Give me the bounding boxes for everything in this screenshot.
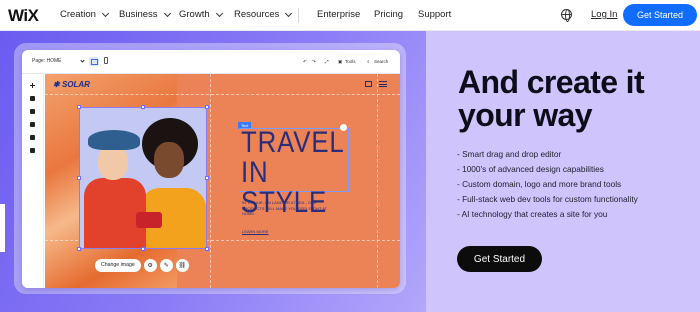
nav-divider	[298, 8, 299, 23]
apps-icon[interactable]	[30, 135, 35, 140]
feature-item: 1000's of advanced design capabilities	[457, 162, 638, 177]
page-selector-label: Page: HOME	[32, 58, 62, 64]
feature-item: Smart drag and drop editor	[457, 147, 638, 162]
site-canvas[interactable]: ✱ SOLAR Change image ⚙ ✎ ⛓ Text TRAVEL I…	[45, 74, 400, 288]
redo-icon[interactable]: ↷	[312, 59, 316, 65]
site-logo-text: SOLAR	[61, 80, 90, 89]
image-toolbar: Change image ⚙ ✎ ⛓	[95, 258, 189, 272]
feature-item: Custom domain, logo and more brand tools	[457, 177, 638, 192]
nav-item-label: Resources	[234, 9, 280, 20]
get-started-button-hero[interactable]: Get Started	[457, 246, 542, 272]
grid-guide	[45, 94, 400, 95]
chevron-down-icon	[163, 9, 171, 17]
grid-guide	[210, 74, 211, 288]
image-detail	[154, 142, 184, 178]
search-label[interactable]: Search	[374, 59, 388, 64]
resize-handle[interactable]	[205, 247, 209, 251]
undo-icon[interactable]: ↶	[303, 59, 307, 65]
hero-headline: And create it your way	[458, 64, 645, 133]
side-tab	[0, 204, 5, 252]
feature-list: Smart drag and drop editor 1000's of adv…	[457, 147, 638, 222]
tools-icon[interactable]: ▣	[338, 59, 342, 65]
nav-item-resources[interactable]: Resources	[234, 9, 293, 20]
mobile-view-icon[interactable]	[104, 57, 108, 64]
media-icon[interactable]	[30, 122, 35, 127]
feature-item: Full-stack web dev tools for custom func…	[457, 192, 638, 207]
wix-logo[interactable]: WiX	[8, 6, 39, 26]
nav-item-label: Business	[119, 9, 158, 20]
link-icon[interactable]: ⛓	[175, 258, 189, 272]
site-logo[interactable]: ✱ SOLAR	[53, 80, 90, 89]
hero-image[interactable]	[79, 107, 207, 249]
shopping-bag-icon[interactable]	[365, 81, 372, 87]
chevron-down-icon	[80, 58, 85, 63]
resize-handle[interactable]	[77, 176, 81, 180]
image-detail	[88, 130, 140, 150]
globe-icon[interactable]	[561, 9, 572, 22]
nav-link-enterprise[interactable]: Enterprise	[317, 9, 360, 20]
resize-handle[interactable]	[141, 247, 145, 251]
resize-handle[interactable]	[205, 176, 209, 180]
pages-icon[interactable]	[30, 96, 35, 101]
hamburger-menu-icon[interactable]	[379, 81, 387, 87]
resize-handle[interactable]	[141, 105, 145, 109]
design-icon[interactable]	[30, 109, 35, 114]
chevron-down-icon	[285, 9, 293, 17]
page-selector[interactable]: Page: HOME	[32, 58, 85, 64]
nav-item-growth[interactable]: Growth	[179, 9, 223, 20]
site-body-copy[interactable]: IN THE AIR, ON LAND OR AT SEA - OUR PROD…	[242, 200, 332, 217]
nav-item-label: Growth	[179, 9, 210, 20]
tools-label[interactable]: Tools	[345, 59, 356, 64]
edit-pen-icon[interactable]: ✎	[159, 258, 173, 272]
edit-text-icon[interactable]	[340, 124, 347, 131]
grid-guide	[377, 74, 378, 288]
login-link[interactable]: Log In	[591, 9, 617, 20]
feature-item: AI technology that creates a site for yo…	[457, 207, 638, 222]
search-icon[interactable]: ⌕	[367, 59, 370, 64]
settings-icon[interactable]: ⚙	[143, 258, 157, 272]
nav-item-creation[interactable]: Creation	[60, 9, 109, 20]
chevron-down-icon	[101, 9, 109, 17]
nav-link-support[interactable]: Support	[418, 9, 451, 20]
image-icon[interactable]	[30, 148, 35, 153]
change-image-button[interactable]: Change image	[95, 258, 141, 272]
resize-handle[interactable]	[77, 247, 81, 251]
get-started-button-nav[interactable]: Get Started	[623, 4, 697, 26]
editor-mockup: Page: HOME ↶ ↷ ⤢ ▣ Tools ⌕ Search ✱ SOLA…	[22, 50, 400, 288]
editor-sidebar	[22, 74, 44, 288]
add-element-icon[interactable]	[30, 83, 35, 88]
site-header: ✱ SOLAR	[45, 74, 400, 94]
resize-handle[interactable]	[205, 105, 209, 109]
top-navigation: WiX Creation Business Growth Resources E…	[0, 0, 700, 31]
chevron-down-icon	[215, 9, 223, 17]
nav-link-pricing[interactable]: Pricing	[374, 9, 403, 20]
editor-toolbar: Page: HOME ↶ ↷ ⤢ ▣ Tools ⌕ Search	[22, 50, 400, 74]
zoom-icon[interactable]: ⤢	[325, 59, 329, 64]
image-detail	[136, 212, 162, 228]
nav-item-business[interactable]: Business	[119, 9, 171, 20]
resize-handle[interactable]	[77, 105, 81, 109]
nav-item-label: Creation	[60, 9, 96, 20]
learn-more-link[interactable]: LEARN MORE	[242, 229, 268, 234]
desktop-view-icon[interactable]	[89, 57, 99, 66]
